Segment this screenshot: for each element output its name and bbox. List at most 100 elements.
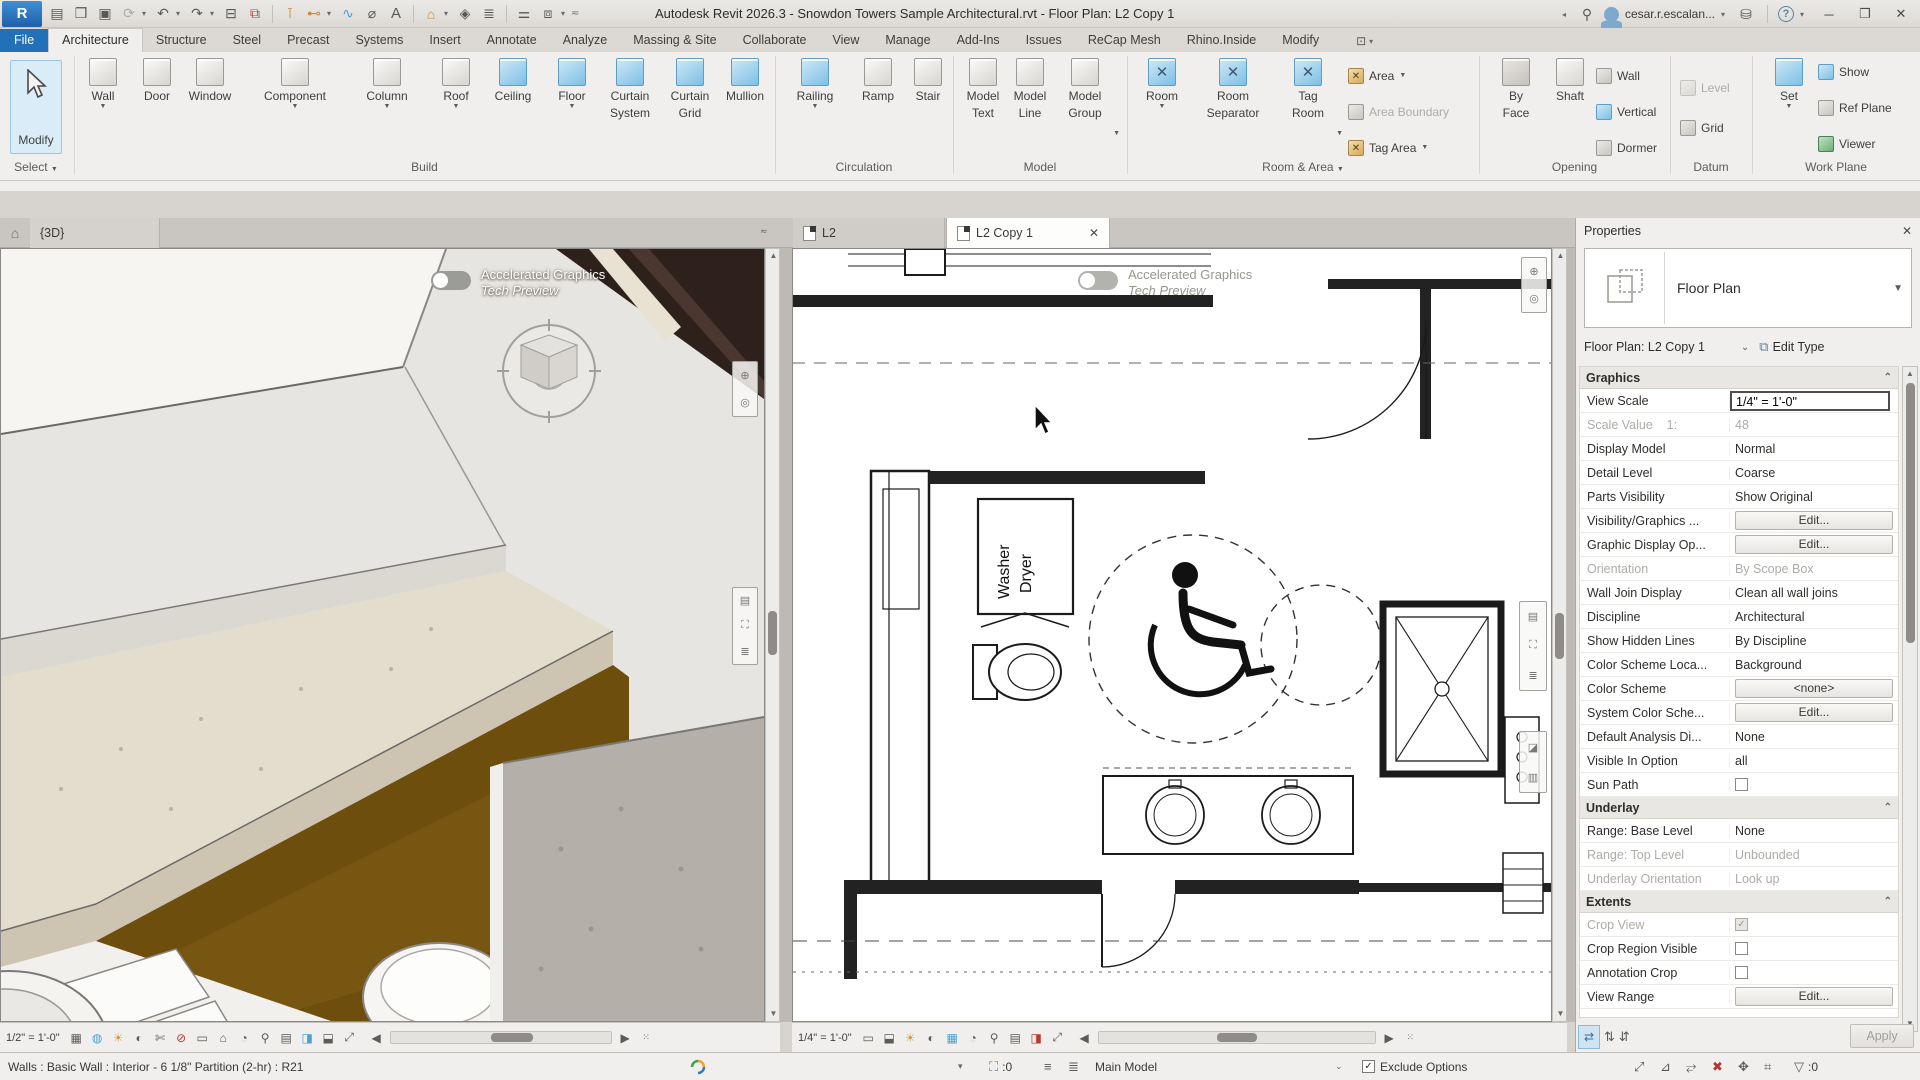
detail-level-icon[interactable]: ▭ (858, 1028, 879, 1048)
save-icon[interactable]: ▣ (94, 3, 116, 25)
resize-grip-icon[interactable]: ⁙ (1400, 1028, 1421, 1048)
thin-lines-icon[interactable]: ≣ (478, 3, 500, 25)
sun-path-icon[interactable]: ☀ (900, 1028, 921, 1048)
type-selector-caret-icon[interactable]: ▼ (1893, 283, 1903, 294)
edit-type-icon[interactable]: ⧉ (1759, 339, 1768, 355)
text-icon[interactable]: A (385, 3, 407, 25)
tab-architecture[interactable]: Architecture (48, 28, 143, 52)
prop-row-crop-region-visible[interactable]: Crop Region Visible (1580, 937, 1898, 961)
help-caret-icon[interactable]: ▾ (1800, 10, 1808, 19)
scroll-thumb[interactable] (491, 1033, 533, 1042)
home-caret-icon[interactable]: ▾ (444, 9, 452, 18)
instance-selector[interactable]: Floor Plan: L2 Copy 1 (1584, 340, 1705, 354)
prop-row-discipline[interactable]: DisciplineArchitectural (1580, 605, 1898, 629)
prop-row-default-analysis[interactable]: Default Analysis Di...None (1580, 725, 1898, 749)
sort-descending-icon[interactable]: ⇵ (1619, 1029, 1630, 1045)
aligned-dimension-icon[interactable]: ⊺ (279, 3, 301, 25)
toggle-pill[interactable] (1078, 271, 1118, 290)
viewer-button[interactable]: Viewer (1818, 132, 1875, 156)
prop-row-show-hidden-lines[interactable]: Show Hidden LinesBy Discipline (1580, 629, 1898, 653)
view-tab-l2-copy-1[interactable]: L2 Copy 1 ✕ (946, 218, 1110, 248)
accelerated-graphics-toggle[interactable]: Accelerated Graphics Tech Preview (431, 267, 605, 299)
tab-structure[interactable]: Structure (143, 29, 220, 52)
help-icon[interactable]: ? (1778, 6, 1794, 22)
user-caret-icon[interactable]: ▾ (1721, 10, 1729, 19)
scale-control[interactable]: 1/2" = 1'-0" (0, 1032, 66, 1044)
status-caret-icon[interactable]: ▾ (958, 1061, 963, 1072)
prop-row-annotation-crop[interactable]: Annotation Crop (1580, 961, 1898, 985)
model-group-button[interactable]: ModelGroup▼ (1052, 58, 1118, 120)
prop-row-color-scheme[interactable]: Color Scheme<none> (1580, 677, 1898, 701)
prop-row-sun-path[interactable]: Sun Path (1580, 773, 1898, 797)
reveal-hidden-icon[interactable]: ⌂ (213, 1028, 234, 1048)
scrollbar-horizontal[interactable] (1098, 1031, 1376, 1044)
worksets-dialog-icon[interactable]: ≡ (1044, 1059, 1052, 1074)
tab-systems[interactable]: Systems (342, 29, 416, 52)
home-icon[interactable]: ⌂ (4, 222, 26, 244)
expand-icon[interactable]: ⤢ (339, 1028, 360, 1048)
select-by-face-icon[interactable]: ✖ (1712, 1059, 1723, 1075)
sync-caret-icon[interactable]: ▾ (142, 9, 150, 18)
navigation-bar[interactable]: ⊕◎ (1521, 257, 1547, 313)
scroll-thumb[interactable] (768, 611, 777, 655)
shadows-icon[interactable]: ◐ (921, 1028, 942, 1048)
select-pinned-icon[interactable]: ⥂ (1686, 1059, 1696, 1075)
tool-icon[interactable]: ▤ (1528, 610, 1538, 623)
room-button[interactable]: Room▼ (1129, 58, 1195, 111)
select-links-icon[interactable]: ⤢ (1634, 1059, 1644, 1075)
redo-icon[interactable]: ↷ (186, 3, 208, 25)
area-boundary-button[interactable]: Area Boundary (1348, 100, 1449, 124)
analytical-model-icon[interactable]: ⚲ (255, 1028, 276, 1048)
temporary-hide-icon[interactable]: ▤ (1005, 1028, 1026, 1048)
close-view-tab-icon[interactable]: ✕ (1089, 226, 1099, 240)
annotation-crop-checkbox[interactable] (1735, 966, 1748, 979)
section-graphics[interactable]: Graphics⌃ (1580, 367, 1898, 389)
ref-plane-button[interactable]: Ref Plane (1818, 96, 1892, 120)
curtain-system-button[interactable]: CurtainSystem (597, 58, 663, 120)
tab-precast[interactable]: Precast (274, 29, 342, 52)
constraints-icon[interactable]: ▤ (276, 1028, 297, 1048)
visual-style-icon[interactable]: ⬓ (879, 1028, 900, 1048)
crop-region-icon[interactable]: ◔ (963, 1028, 984, 1048)
scrollbar-vertical-right[interactable]: ▲ ▼ (1552, 248, 1567, 1022)
design-option-caret-icon[interactable]: ⌄ (1335, 1061, 1343, 1072)
sun-path-icon[interactable]: ☀ (108, 1028, 129, 1048)
prop-row-visibility-graphics[interactable]: Visibility/Graphics ...Edit... (1580, 509, 1898, 533)
tool-icon[interactable]: ⛶ (1529, 639, 1537, 652)
graphic-display-edit-button[interactable]: Edit... (1735, 535, 1893, 554)
type-selector[interactable]: Floor Plan ▼ (1584, 248, 1912, 328)
sync-icon[interactable]: ⟳ (118, 3, 140, 25)
model-line-icon[interactable]: ∿ (337, 3, 359, 25)
pan-left-icon[interactable]: ◀ (1074, 1028, 1095, 1048)
visual-style-icon[interactable]: ◍ (87, 1028, 108, 1048)
tab-recap-mesh[interactable]: ReCap Mesh (1075, 29, 1174, 52)
toggle-pill[interactable] (431, 271, 471, 290)
view-range-edit-button[interactable]: Edit... (1735, 987, 1893, 1006)
tab-annotate[interactable]: Annotate (474, 29, 550, 52)
restore-button[interactable]: ❐ (1850, 2, 1880, 26)
prop-row-display-model[interactable]: Display ModelNormal (1580, 437, 1898, 461)
vertical-opening-button[interactable]: Vertical (1596, 100, 1656, 124)
active-design-option[interactable]: Main Model (1095, 1060, 1157, 1074)
tab-insert[interactable]: Insert (416, 29, 473, 52)
prop-row-parts-visibility[interactable]: Parts VisibilityShow Original (1580, 485, 1898, 509)
tool-icon[interactable]: ⛶ (741, 619, 749, 632)
associate-parameter-icon[interactable]: ⇄ (1578, 1025, 1600, 1049)
floor-button[interactable]: Floor▼ (539, 58, 605, 111)
steering-wheel-icon[interactable]: ◎ (740, 396, 750, 409)
detail-level-icon[interactable]: ▦ (66, 1028, 87, 1048)
scroll-thumb[interactable] (1906, 383, 1915, 643)
tool-icon[interactable]: ◪ (1528, 741, 1538, 754)
instance-caret-icon[interactable]: ⌄ (1741, 342, 1749, 353)
redo-caret-icon[interactable]: ▾ (210, 9, 218, 18)
viewport-3d[interactable]: Accelerated Graphics Tech Preview ⊕◎ ▤⛶≣ (0, 248, 765, 1022)
dormer-button[interactable]: Dormer (1596, 136, 1657, 160)
selection-settings-icon[interactable]: ⌗ (1764, 1059, 1771, 1075)
prop-row-view-scale[interactable]: View Scale1/4" = 1'-0" (1580, 389, 1898, 413)
exclude-options-checkbox[interactable]: ✓ (1362, 1060, 1375, 1073)
column-button[interactable]: Column▼ (354, 58, 420, 111)
modify-button[interactable]: Modify (10, 60, 62, 154)
close-properties-icon[interactable]: ✕ (1902, 224, 1912, 238)
scroll-thumb[interactable] (1217, 1033, 1257, 1042)
tab-modify[interactable]: Modify (1269, 29, 1332, 52)
